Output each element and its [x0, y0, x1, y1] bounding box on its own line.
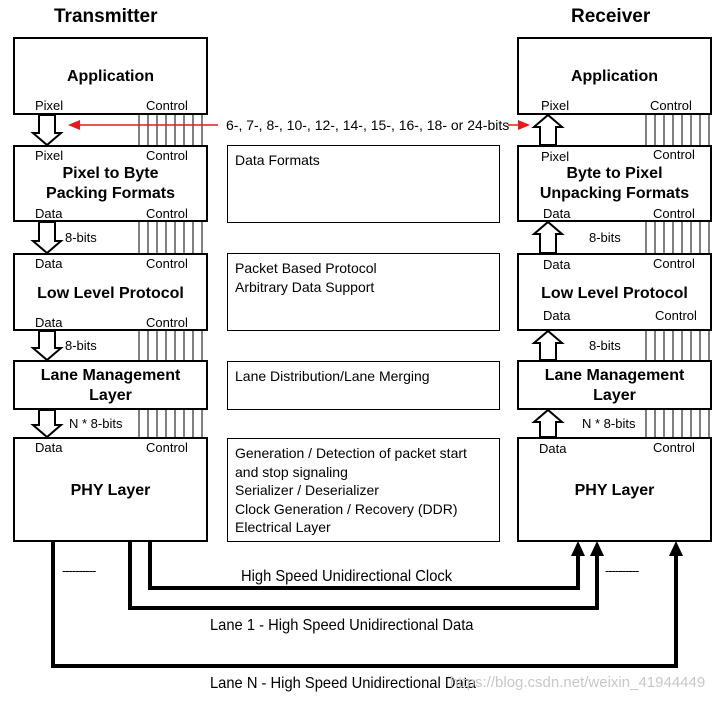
rx-phy-control-port: Control	[653, 440, 695, 455]
desc-line: Lane Distribution/Lane Merging	[235, 368, 430, 384]
tx-data-down-arrow-icon	[30, 114, 64, 147]
tx-llp-data-port-bottom: Data	[35, 315, 63, 330]
desc-line: Generation / Detection of packet start	[235, 445, 467, 461]
tx-pack-control-port-top: Control	[146, 148, 188, 163]
tx-app-control-port: Control	[146, 98, 188, 113]
tx-packing-name-line1: Pixel to Byte	[62, 165, 159, 182]
tx-lane-mgmt-box: Lane Management Layer	[13, 360, 208, 410]
tx-lane-phy-width: N * 8-bits	[69, 416, 123, 431]
desc-line: Serializer / Deserializer	[235, 482, 379, 498]
rx-lane-phy-width: N * 8-bits	[582, 416, 636, 431]
laneN-link-label: Lane N - High Speed Unidirectional Data	[210, 675, 476, 692]
rx-unpack-pixel-port: Pixel	[541, 149, 570, 164]
lane1-link-label: Lane 1 - High Speed Unidirectional Data	[210, 617, 474, 634]
hs-link-arrowheads	[571, 541, 683, 556]
tx-app-pixel-port: Pixel	[35, 98, 64, 113]
rx-lane-mgmt-box: Lane Management Layer	[517, 360, 712, 410]
tx-application-name: Application	[66, 68, 155, 85]
rx-unpacking-name-line2: Unpacking Formats	[539, 185, 690, 202]
rx-phy-name: PHY Layer	[574, 482, 655, 499]
watermark: https://blog.csdn.net/weixin_41944449	[450, 674, 706, 691]
tx-pack-pixel-port: Pixel	[35, 148, 64, 163]
tx-pack-llp-width: 8-bits	[65, 230, 97, 245]
tx-lane-mgmt-name-line2: Layer	[89, 387, 132, 404]
tx-llp-control-port-top: Control	[146, 256, 188, 271]
pixel-width-arrow-left-head	[68, 120, 80, 130]
lane1-arrowhead-icon	[590, 541, 604, 556]
clock-link-label: High Speed Unidirectional Clock	[241, 568, 453, 585]
tx-pack-control-port-bottom: Control	[146, 206, 188, 221]
rx-data-up-arrow-icon	[531, 408, 565, 438]
clock-arrowhead-icon	[571, 541, 585, 556]
rx-unpack-control-port-top: Control	[653, 147, 695, 162]
rx-data-up-arrow-icon	[531, 329, 565, 361]
receiver-title: Receiver	[571, 6, 651, 27]
laneN-link-line	[51, 541, 678, 668]
rx-phy-data-port: Data	[539, 441, 567, 456]
pixel-width-arrow-right-head	[518, 120, 530, 130]
desc-phy: Generation / Detection of packet start a…	[227, 438, 500, 542]
tx-llp-control-port-bottom: Control	[146, 315, 188, 330]
tx-phy-control-port: Control	[146, 440, 188, 455]
rx-llp-name: Low Level Protocol	[541, 285, 688, 302]
tx-data-down-arrow-icon	[30, 221, 64, 255]
tx-phy-data-port: Data	[35, 440, 63, 455]
rx-llp-box: Data Control Low Level Protocol Data Con…	[517, 253, 712, 331]
desc-line: Arbitrary Data Support	[235, 278, 375, 295]
rx-unpack-control-port-bottom: Control	[653, 206, 695, 221]
rx-lanes-ellipsis: ----------	[605, 563, 639, 578]
tx-llp-box: Data Control Low Level Protocol Data Con…	[13, 253, 208, 331]
desc-line: Electrical Layer	[235, 519, 331, 535]
desc-lane: Lane Distribution/Lane Merging	[227, 361, 500, 410]
desc-line: Packet Based Protocol	[235, 260, 377, 276]
rx-unpack-data-port: Data	[543, 206, 571, 221]
laneN-arrowhead-icon	[669, 541, 683, 556]
rx-llp-lane-width: 8-bits	[589, 338, 621, 353]
tx-llp-name: Low Level Protocol	[37, 285, 184, 302]
tx-pack-data-port: Data	[35, 206, 63, 221]
rx-app-pixel-port: Pixel	[541, 98, 570, 113]
desc-data-formats: Data Formats	[227, 145, 500, 223]
rx-unpack-llp-width: 8-bits	[589, 230, 621, 245]
rx-application-box: Application Pixel Control	[517, 37, 712, 115]
rx-llp-control-port-top: Control	[653, 256, 695, 271]
tx-phy-name: PHY Layer	[70, 482, 151, 499]
hs-links	[51, 541, 678, 668]
rx-phy-box: Data Control PHY Layer	[517, 437, 712, 542]
tx-data-down-arrow-icon	[30, 409, 64, 439]
rx-llp-data-port-top: Data	[543, 257, 571, 272]
rx-application-name: Application	[570, 68, 659, 85]
desc-protocol: Packet Based Protocol Arbitrary Data Sup…	[227, 253, 500, 331]
rx-llp-control-port-bottom: Control	[655, 308, 697, 323]
tx-lanes-ellipsis: ----------	[62, 563, 96, 578]
rx-lane-mgmt-name-line2: Layer	[593, 387, 636, 404]
tx-lane-mgmt-name-line1: Lane Management	[40, 367, 181, 384]
desc-line: and stop signaling	[235, 463, 348, 480]
rx-data-up-arrow-icon	[531, 220, 565, 254]
tx-packing-box: Pixel Control Pixel to Byte Packing Form…	[13, 145, 208, 222]
rx-app-control-port: Control	[650, 98, 692, 113]
rx-llp-data-port-bottom: Data	[543, 308, 571, 323]
tx-data-down-arrow-icon	[30, 330, 64, 362]
rx-lane-mgmt-name-line1: Lane Management	[544, 367, 685, 384]
tx-llp-lane-width: 8-bits	[65, 338, 97, 353]
tx-application-box: Application Pixel Control	[13, 37, 208, 115]
desc-line: Data Formats	[235, 152, 320, 168]
tx-phy-box: Data Control PHY Layer	[13, 437, 208, 542]
transmitter-title: Transmitter	[54, 6, 158, 27]
tx-packing-name-line2: Packing Formats	[46, 185, 175, 202]
tx-llp-data-port-top: Data	[35, 256, 63, 271]
rx-unpacking-name-line1: Byte to Pixel	[566, 165, 663, 182]
desc-line: Clock Generation / Recovery (DDR)	[235, 500, 458, 517]
rx-data-up-arrow-icon	[531, 113, 565, 146]
pixel-width-label: 6-, 7-, 8-, 10-, 12-, 14-, 15-, 16-, 18-…	[226, 117, 510, 133]
rx-unpacking-box: Pixel Control Byte to Pixel Unpacking Fo…	[517, 145, 712, 222]
